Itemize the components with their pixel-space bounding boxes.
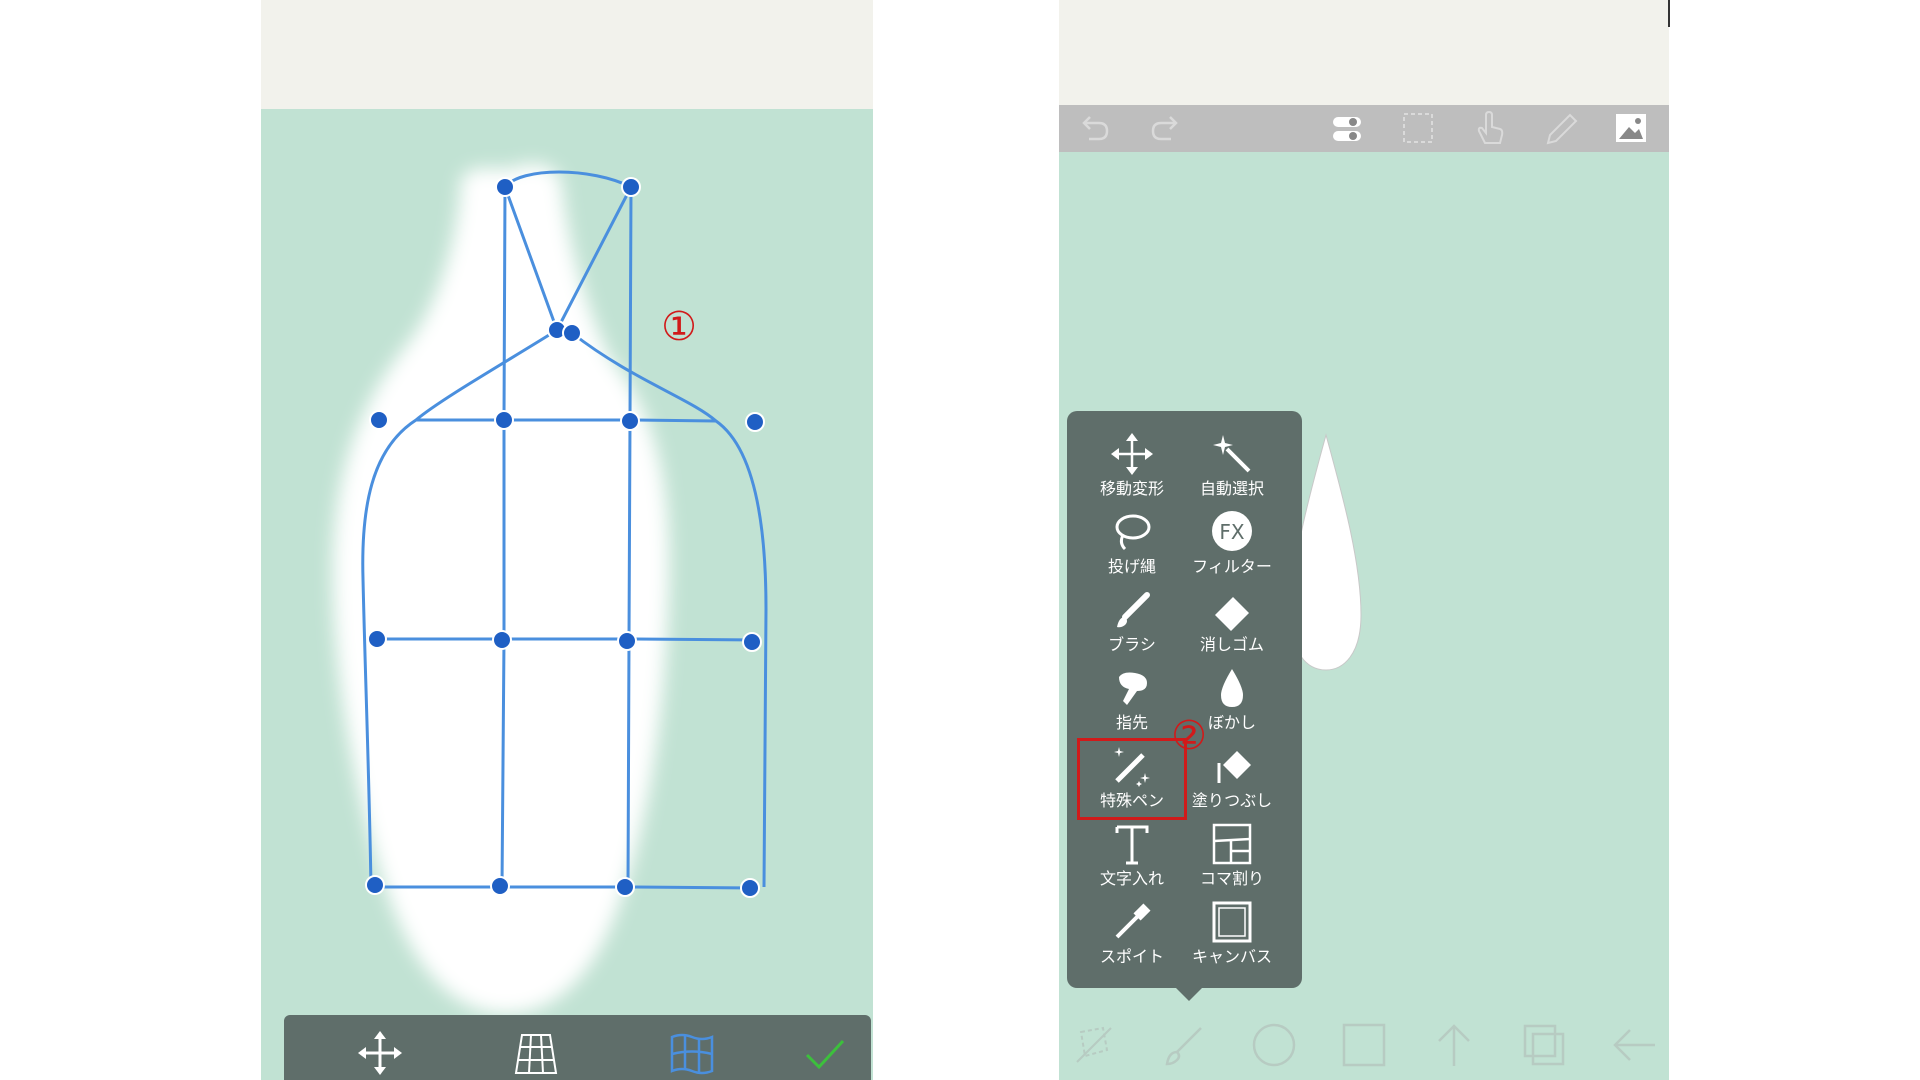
toggle-icon[interactable] [1325, 105, 1369, 152]
tool-label: 移動変形 [1099, 479, 1164, 498]
transform-toolbar [284, 1015, 871, 1080]
undo-icon[interactable] [1073, 105, 1117, 152]
tool-label: ブラシ [1108, 635, 1156, 654]
finger-smudge-icon [1119, 672, 1147, 705]
tool-label: 消しゴム [1199, 635, 1264, 654]
svg-text:FX: FX [1219, 520, 1245, 544]
checkmark-icon[interactable] [799, 1027, 851, 1079]
lasso-icon [1115, 514, 1151, 551]
tool-label: スポイト [1099, 947, 1164, 966]
tool-menu: 移動変形 自動選択 投げ縄 FX フィルター ブラシ 消しゴム 指先 ぼかし 特… [1067, 411, 1302, 988]
eyedropper-icon [1115, 903, 1151, 939]
fill-bucket-icon [1217, 751, 1251, 783]
touch-icon[interactable] [1467, 105, 1511, 152]
panel-layout-icon [1212, 823, 1252, 865]
tool-label: 投げ縄 [1107, 557, 1156, 576]
edge-mark [1668, 0, 1670, 27]
arrow-up-icon[interactable] [1427, 1018, 1481, 1072]
layers-icon[interactable] [1517, 1018, 1571, 1072]
tool-move-transform[interactable]: 移動変形 [1082, 431, 1182, 507]
brush-icon [1117, 592, 1150, 628]
square-icon[interactable] [1337, 1018, 1391, 1072]
tool-menu-pointer [1175, 987, 1203, 1001]
magic-wand-icon [1213, 435, 1251, 473]
tool-text[interactable]: 文字入れ [1082, 821, 1182, 897]
selection-icon[interactable] [1396, 105, 1440, 152]
tool-label: 自動選択 [1199, 479, 1264, 498]
top-toolbar [1059, 105, 1669, 152]
blur-drop-icon [1221, 669, 1243, 707]
tool-auto-select[interactable]: 自動選択 [1182, 431, 1282, 507]
tool-filter[interactable]: FX フィルター [1182, 509, 1282, 585]
tool-label: 指先 [1115, 713, 1148, 732]
brush-tool-icon[interactable] [1157, 1018, 1211, 1072]
annotation-marker-1: ① [661, 304, 697, 350]
tool-label: キャンバス [1191, 947, 1272, 966]
tool-lasso[interactable]: 投げ縄 [1082, 509, 1182, 585]
tool-label: 塗りつぶし [1191, 791, 1273, 810]
eraser-icon [1215, 597, 1249, 631]
circle-icon[interactable] [1247, 1018, 1301, 1072]
text-icon [1115, 825, 1149, 865]
pen-icon[interactable] [1538, 105, 1582, 152]
image-icon[interactable] [1609, 105, 1653, 152]
left-screen: ① [261, 0, 873, 1080]
tool-eraser[interactable]: 消しゴム [1182, 587, 1282, 663]
top-bar [1059, 0, 1669, 105]
mesh-transform-overlay[interactable] [261, 109, 873, 1080]
tool-eyedropper[interactable]: スポイト [1082, 899, 1182, 975]
mesh-warp-icon[interactable] [666, 1027, 718, 1079]
tool-panel-layout[interactable]: コマ割り [1182, 821, 1282, 897]
back-arrow-icon[interactable] [1607, 1018, 1661, 1072]
move-icon[interactable] [354, 1027, 406, 1079]
bottom-toolbar [1059, 1018, 1669, 1080]
redo-icon[interactable] [1143, 105, 1187, 152]
perspective-grid-icon[interactable] [510, 1027, 562, 1079]
move-transform-icon [1111, 433, 1153, 475]
tool-brush[interactable]: ブラシ [1082, 587, 1182, 663]
transform-tool-icon[interactable] [1067, 1018, 1121, 1072]
tool-label: コマ割り [1199, 869, 1264, 888]
tool-canvas[interactable]: キャンバス [1182, 899, 1282, 975]
top-bar [261, 0, 873, 109]
right-screen: 移動変形 自動選択 投げ縄 FX フィルター ブラシ 消しゴム 指先 ぼかし 特… [1059, 0, 1669, 1080]
tool-finger[interactable]: 指先 [1082, 665, 1182, 741]
fx-filter-icon: FX [1212, 511, 1252, 551]
annotation-marker-2: ② [1171, 713, 1207, 759]
canvas-icon [1212, 901, 1252, 943]
tool-label: 文字入れ [1099, 869, 1164, 888]
tool-label: フィルター [1192, 557, 1272, 576]
